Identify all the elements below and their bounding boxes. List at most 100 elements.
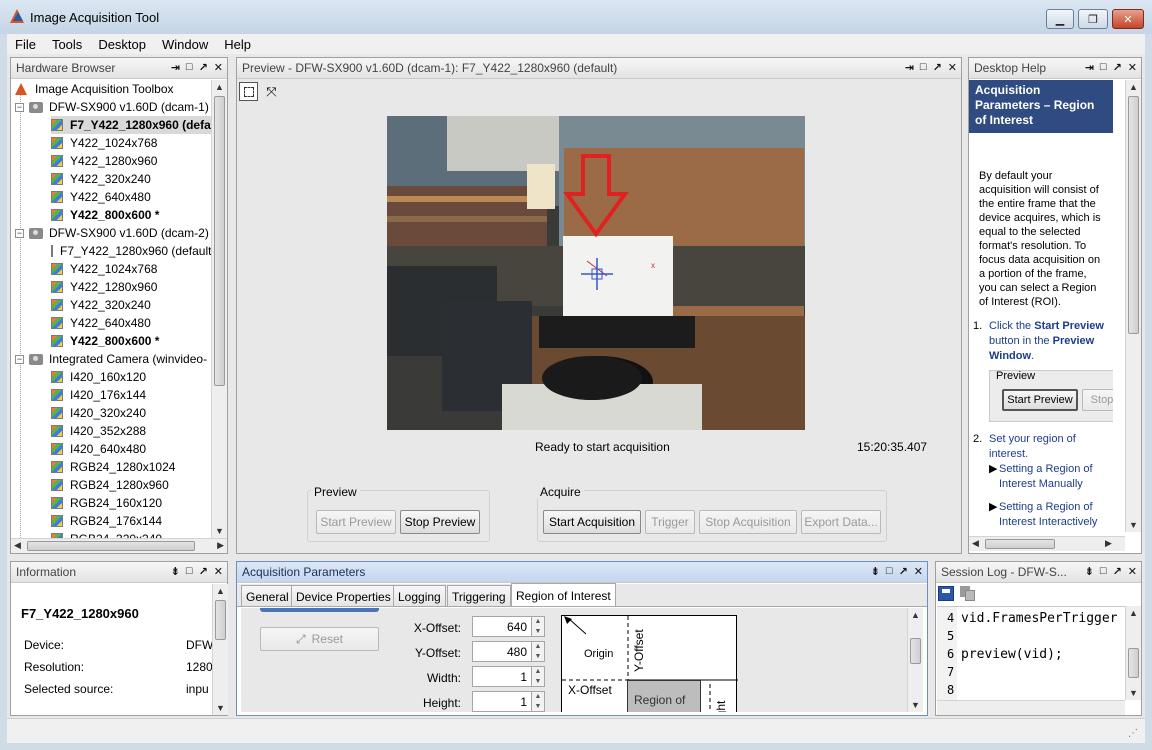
minimize-panel-icon[interactable]: ↗ [1113,61,1122,74]
maximize-panel-icon[interactable]: □ [920,61,927,74]
close-panel-icon[interactable]: ✕ [914,565,923,578]
maximize-panel-icon[interactable]: □ [1100,565,1107,578]
width-input[interactable]: 1 [472,666,532,687]
tree-hscroll-thumb[interactable] [27,541,195,551]
stop-acquisition-button[interactable]: Stop Acquisition [699,510,797,534]
menu-file[interactable]: File [7,37,44,52]
reset-button[interactable]: ⤢ Reset [260,627,379,651]
tree-format-item[interactable]: Y422_320x240 [51,296,211,314]
tab-triggering[interactable]: Triggering [447,585,511,607]
session-log-code[interactable]: 4 vid.FramesPerTrigger 5 6 preview(vid);… [937,606,1125,701]
copy-icon[interactable] [960,586,976,601]
maximize-panel-icon[interactable]: □ [186,565,193,578]
help-hscroll-thumb[interactable] [985,539,1055,549]
close-panel-icon[interactable]: ✕ [214,565,223,578]
tree-format-item[interactable]: I420_320x240 [51,404,211,422]
minimize-icon[interactable]: ▁ [1046,9,1074,29]
tree-format-item[interactable]: I420_176x144 [51,386,211,404]
tree-format-item[interactable]: I420_352x288 [51,422,211,440]
width-spinner[interactable]: ▲ ▼ [531,666,545,687]
tree-horizontal-scrollbar[interactable]: ◀ ▶ [11,538,227,553]
help-horizontal-scrollbar[interactable]: ◀ ▶ [969,536,1125,551]
x-offset-input[interactable]: 640 [472,616,532,637]
stop-preview-button[interactable]: Stop Preview [400,510,480,534]
tree-device-item[interactable]: − DFW-SX900 v1.60D (dcam-1) [15,98,211,116]
collapse-icon[interactable]: − [15,354,24,364]
session-log-scroll-thumb[interactable] [1128,648,1139,678]
tree-format-item[interactable]: Y422_1280x960 [51,278,211,296]
tree-format-item[interactable]: RGB24_1280x960 [51,476,211,494]
minimize-panel-icon[interactable]: ↗ [199,61,208,74]
acq-params-scrollbar[interactable]: ▲ ▼ [907,608,923,712]
help-link-interactive[interactable]: ▶ Setting a Region of Interest Interacti… [969,492,1113,530]
export-data-button[interactable]: Export Data... [801,510,881,534]
tree-format-item[interactable]: RGB24_160x120 [51,494,211,512]
tree-format-item[interactable]: Y422_640x480 [51,188,211,206]
tree-format-item[interactable]: RGB24_1280x1024 [51,458,211,476]
height-input[interactable]: 1 [472,691,532,712]
maximize-panel-icon[interactable]: □ [186,61,193,74]
dock-icon[interactable]: ⇟ [871,565,880,578]
tree-format-item[interactable]: Y422_640x480 [51,314,211,332]
tree-device-item[interactable]: − DFW-SX900 v1.60D (dcam-2) [15,224,211,242]
dock-icon[interactable]: ⇟ [1085,565,1094,578]
tree-format-item[interactable]: Y422_1024x768 [51,134,211,152]
x-offset-spinner[interactable]: ▲ ▼ [531,616,545,637]
close-panel-icon[interactable]: ✕ [1128,565,1137,578]
tree-format-item[interactable]: Y422_800x600 * [51,206,211,224]
minimize-panel-icon[interactable]: ↗ [933,61,942,74]
close-panel-icon[interactable]: ✕ [1128,61,1137,74]
minimize-panel-icon[interactable]: ↗ [199,565,208,578]
menu-desktop[interactable]: Desktop [90,37,154,52]
minimize-panel-icon[interactable]: ↗ [899,565,908,578]
collapse-icon[interactable]: − [15,228,24,238]
tree-format-item[interactable]: RGB24_320x240 [51,530,211,538]
session-log-hscrollbar[interactable] [937,700,1125,715]
tree-format-item[interactable]: I420_640x480 [51,440,211,458]
resize-grip-icon[interactable]: ⋰ [1128,728,1138,739]
tree-format-item[interactable]: I420_160x120 [51,368,211,386]
tree-vertical-scrollbar[interactable]: ▲ ▼ [211,80,227,538]
undock-icon[interactable]: ⇥ [171,61,180,74]
info-scroll-thumb[interactable] [215,600,226,640]
tab-device-properties[interactable]: Device Properties [291,585,396,607]
tab-general[interactable]: General [241,585,294,607]
start-acquisition-button[interactable]: Start Acquisition [543,510,641,534]
tree-format-item[interactable]: Y422_800x600 * [51,332,211,350]
tree-format-item[interactable]: Y422_1024x768 [51,260,211,278]
help-scroll-thumb[interactable] [1128,96,1139,334]
undock-icon[interactable]: ⇥ [1085,61,1094,74]
help-mini-stop[interactable]: Stop [1082,389,1113,411]
tree-device-item[interactable]: − Integrated Camera (winvideo- [15,350,211,368]
fit-frame-icon[interactable]: ⤧ [262,82,281,101]
collapse-icon[interactable]: − [15,102,24,112]
start-preview-button[interactable]: Start Preview [316,510,396,534]
maximize-panel-icon[interactable]: □ [1100,61,1107,74]
roi-select-tool-icon[interactable] [239,82,258,101]
dock-icon[interactable]: ⇟ [171,565,180,578]
acq-params-scroll-thumb[interactable] [910,638,921,664]
tab-logging[interactable]: Logging [393,585,446,607]
tree-format-item[interactable]: F7_Y422_1280x960 (defa [51,116,211,134]
info-scrollbar[interactable]: ▲ ▼ [212,584,228,715]
y-offset-spinner[interactable]: ▲ ▼ [531,641,545,662]
tree-format-item[interactable]: RGB24_176x144 [51,512,211,530]
hardware-tree[interactable]: Image Acquisition Toolbox − DFW-SX900 v1.6… [11,80,211,538]
minimize-panel-icon[interactable]: ↗ [1113,565,1122,578]
menu-help[interactable]: Help [216,37,259,52]
session-log-scrollbar[interactable]: ▲ ▼ [1125,606,1141,700]
y-offset-input[interactable]: 480 [472,641,532,662]
close-icon[interactable]: ✕ [1112,9,1144,29]
trigger-button[interactable]: Trigger [645,510,695,534]
menu-window[interactable]: Window [154,37,216,52]
help-link-manual[interactable]: ▶ Setting a Region of Interest Manually [969,462,1113,492]
maximize-icon[interactable]: ❐ [1078,9,1108,29]
maximize-panel-icon[interactable]: □ [886,565,893,578]
undock-icon[interactable]: ⇥ [905,61,914,74]
save-icon[interactable] [938,586,954,601]
help-mini-start-preview[interactable]: Start Preview [1002,389,1078,411]
tree-format-item[interactable]: Y422_1280x960 [51,152,211,170]
tree-scroll-thumb[interactable] [214,96,225,386]
tree-format-item[interactable]: F7_Y422_1280x960 (default [51,242,211,260]
close-panel-icon[interactable]: ✕ [214,61,223,74]
